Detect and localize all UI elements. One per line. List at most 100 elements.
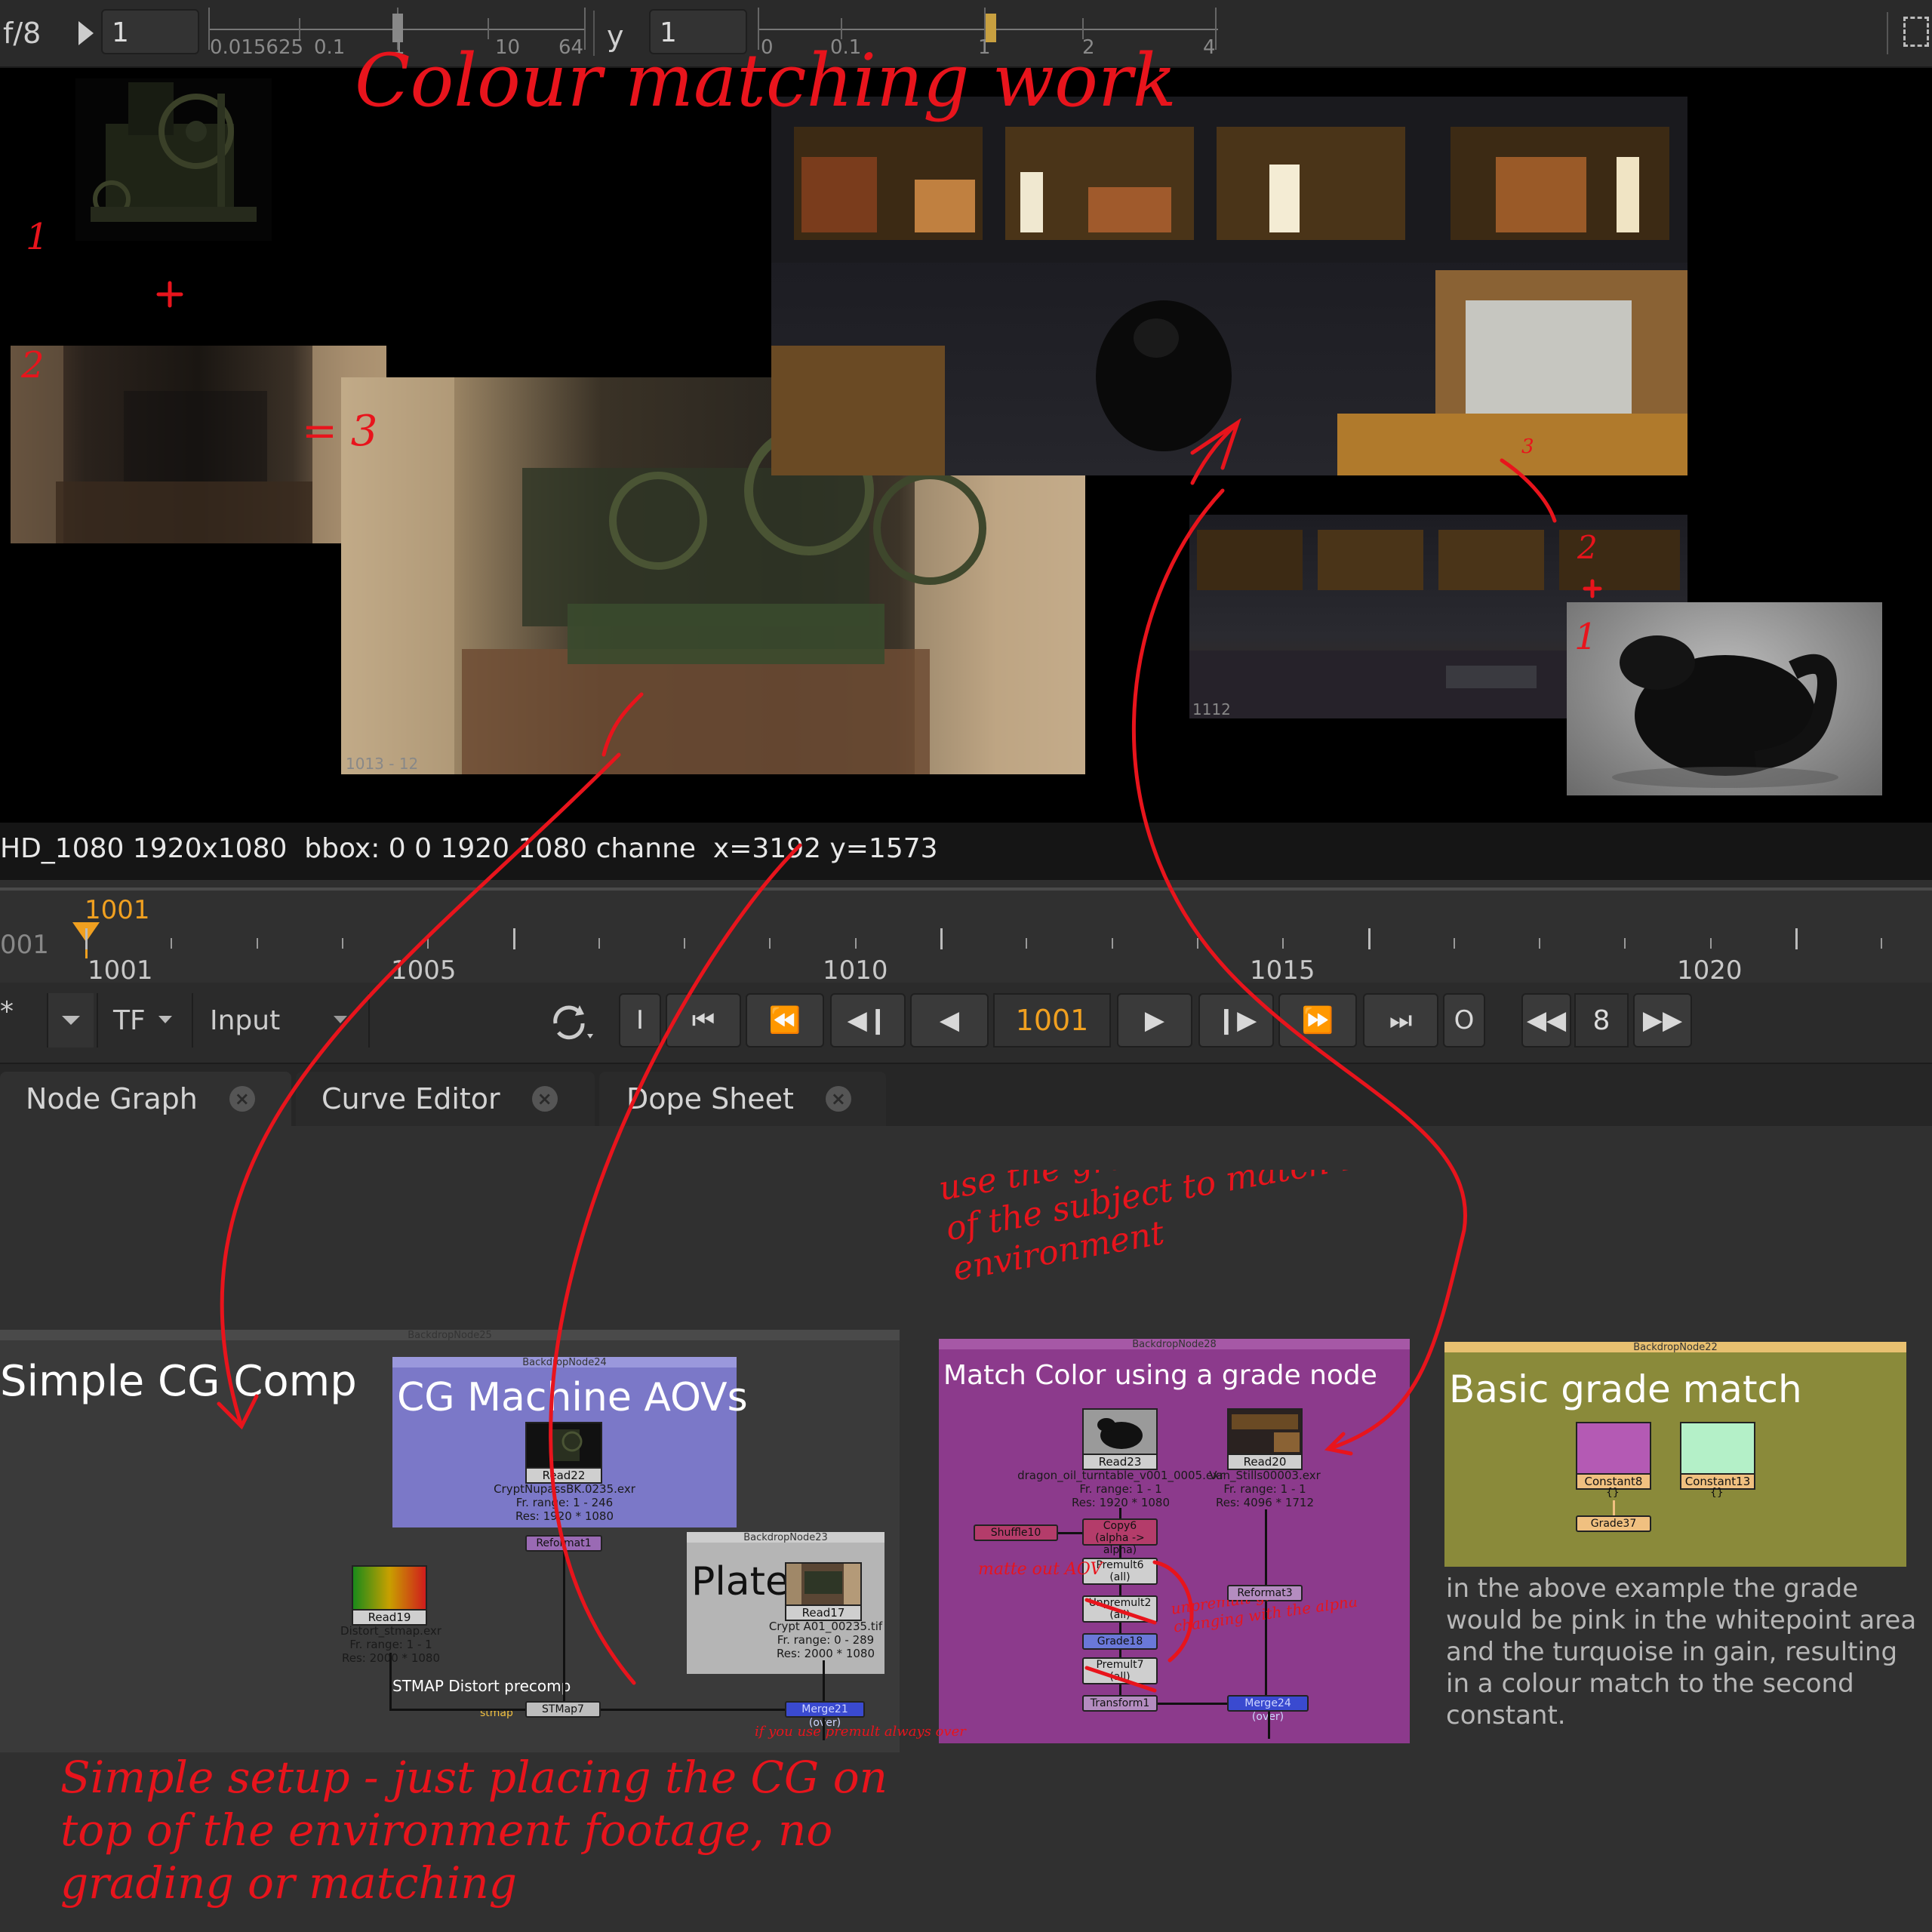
gain-slider[interactable]: 0.015625 0.1 1 10 64: [208, 8, 586, 60]
timeline-tick: [427, 938, 429, 949]
reformat3-node[interactable]: Reformat3: [1227, 1585, 1303, 1601]
close-icon[interactable]: ×: [229, 1086, 255, 1112]
timeline-tick: [855, 938, 857, 949]
stmap7-node[interactable]: STMap7: [525, 1701, 601, 1718]
backdrop-match-color[interactable]: BackdropNode28 Match Color using a grade…: [939, 1339, 1410, 1743]
read17-node[interactable]: Read17: [785, 1604, 862, 1621]
previous-frame-button[interactable]: ◀❙: [830, 993, 906, 1048]
constant8-thumbnail[interactable]: [1576, 1422, 1651, 1475]
current-frame-label: 1001: [85, 895, 150, 925]
last-frame-button[interactable]: ⏭: [1363, 993, 1438, 1048]
gain-input[interactable]: 1: [101, 9, 199, 54]
step-back-icon: ◀❙: [847, 1005, 889, 1035]
toolbar-divider: [1887, 12, 1888, 54]
next-keyframe-button[interactable]: ⏩: [1278, 993, 1357, 1048]
play-forward-button[interactable]: ▶: [1117, 993, 1192, 1048]
read23-thumbnail[interactable]: [1082, 1408, 1158, 1455]
transport-divider: [368, 993, 370, 1048]
read20-node[interactable]: Read20: [1227, 1454, 1303, 1470]
gamma-label: y: [607, 20, 624, 53]
merge24-node[interactable]: Merge24 (over): [1227, 1695, 1309, 1723]
timeline-tick: [684, 938, 685, 949]
read22-file: CryptNupassBK.0235.exr: [494, 1482, 635, 1496]
read19-file: Distort_stmap.exr: [340, 1624, 441, 1638]
wire: [1265, 1601, 1267, 1695]
tab-curve-editor[interactable]: Curve Editor ×: [296, 1072, 595, 1126]
close-icon[interactable]: ×: [825, 1086, 851, 1112]
slider-tick: [584, 8, 586, 50]
machine-picture-icon: [91, 82, 257, 222]
wire: [389, 1653, 392, 1710]
close-icon[interactable]: ×: [531, 1086, 558, 1112]
play-backward-button[interactable]: ◀: [910, 993, 989, 1048]
gain-tick-label: 0.1: [314, 36, 346, 59]
read22-node[interactable]: Read22: [525, 1467, 602, 1484]
tab-label: Dope Sheet: [626, 1082, 794, 1115]
tab-node-graph[interactable]: Node Graph ×: [0, 1072, 291, 1126]
wire: [1119, 1650, 1121, 1657]
current-frame-field[interactable]: 1001: [993, 993, 1111, 1048]
gain-tick-label: 64: [558, 36, 584, 59]
fps-dropdown[interactable]: [47, 993, 94, 1048]
previous-keyframe-button[interactable]: ⏪: [746, 993, 824, 1048]
roi-icon[interactable]: [1903, 17, 1929, 47]
expression-braces: {}: [1710, 1487, 1724, 1499]
play-triangle-icon[interactable]: [78, 21, 94, 45]
wire: [601, 1709, 785, 1711]
input-dropdown[interactable]: Input: [210, 1005, 280, 1036]
gamma-tick-label: 2: [1082, 36, 1095, 59]
fast-forward-icon: ▶▶: [1642, 1005, 1683, 1035]
loop-mode-icon[interactable]: [549, 1001, 596, 1043]
gamma-tick-label: 4: [1203, 36, 1216, 59]
read23-node[interactable]: Read23: [1082, 1454, 1158, 1470]
skip-forward-increment-button[interactable]: ▶▶: [1633, 993, 1692, 1048]
grade37-node[interactable]: Grade37: [1576, 1515, 1651, 1532]
chevron-down-icon: [334, 1016, 347, 1023]
next-frame-button[interactable]: ❙▶: [1198, 993, 1274, 1048]
wire: [563, 1552, 565, 1701]
wire: [823, 1660, 825, 1701]
timeline-tick: [257, 938, 258, 949]
bookshelf-room-picture-icon: [771, 97, 1687, 475]
premult6-node[interactable]: Premult6 (all): [1082, 1558, 1158, 1585]
set-in-point-button[interactable]: I: [619, 993, 661, 1048]
first-frame-button[interactable]: ⏮: [666, 993, 741, 1048]
tf-dropdown[interactable]: TF: [113, 1005, 146, 1036]
timeline[interactable]: [0, 888, 1932, 986]
copy6-node[interactable]: Copy6 (alpha -> alpha): [1082, 1518, 1158, 1556]
play-icon: ▶: [1144, 1005, 1165, 1035]
grade18-node[interactable]: Grade18: [1082, 1633, 1158, 1650]
timeline-tick: [1539, 938, 1540, 949]
read22-thumbnail[interactable]: [525, 1422, 602, 1469]
backdrop-id: BackdropNode28: [1132, 1339, 1217, 1350]
read17-thumbnail[interactable]: [785, 1562, 862, 1606]
read20-thumbnail[interactable]: [1227, 1408, 1303, 1455]
premult7-node[interactable]: Premult7 (all): [1082, 1657, 1158, 1684]
timeline-tick: [1795, 928, 1798, 949]
reformat1-node[interactable]: Reformat1: [525, 1535, 602, 1552]
fstop-label[interactable]: f/8: [3, 17, 41, 50]
increment-field[interactable]: 8: [1574, 993, 1629, 1048]
constant13-thumbnail[interactable]: [1680, 1422, 1755, 1475]
gamma-slider[interactable]: 0 0.1 1 2 4: [758, 8, 1218, 60]
timeline-tick: [85, 928, 88, 949]
tab-dope-sheet[interactable]: Dope Sheet ×: [599, 1072, 886, 1126]
fps-star-label[interactable]: *: [0, 996, 14, 1027]
gain-tick-label: 0.015625: [210, 36, 304, 59]
merge21-node[interactable]: Merge21 (over): [785, 1701, 865, 1729]
set-out-point-button[interactable]: O: [1443, 993, 1485, 1048]
node-label: Premult6: [1096, 1559, 1144, 1571]
gamma-input[interactable]: 1: [649, 9, 747, 54]
transform1-node[interactable]: Transform1: [1082, 1695, 1158, 1712]
read19-node[interactable]: Read19: [352, 1609, 427, 1626]
caption-text: in the above example the grade would be …: [1446, 1574, 1917, 1730]
read17-file: Crypt A01_00235.tif: [768, 1620, 883, 1633]
backdrop-basic-grade-match[interactable]: BackdropNode22 Basic grade match: [1444, 1342, 1906, 1567]
cg-machine-image: [75, 78, 272, 241]
wire: [1158, 1703, 1227, 1705]
shuffle10-node[interactable]: Shuffle10: [974, 1524, 1058, 1541]
skip-back-increment-button[interactable]: ◀◀: [1521, 993, 1571, 1048]
read19-thumbnail[interactable]: [352, 1565, 427, 1611]
next-keyframe-icon: ⏩: [1301, 1005, 1334, 1035]
unpremult2-node[interactable]: Unpremult2 (all): [1082, 1595, 1158, 1623]
